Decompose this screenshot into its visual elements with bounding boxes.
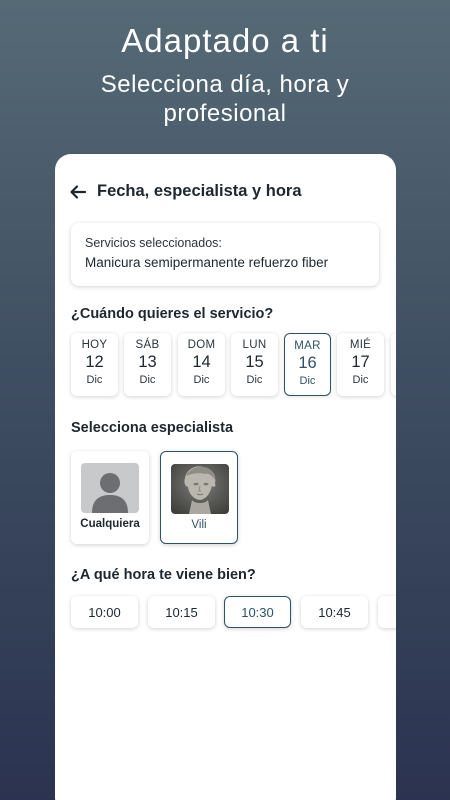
date-day: 13 — [138, 353, 157, 371]
date-item-partial[interactable] — [391, 333, 396, 396]
date-day: 14 — [192, 353, 211, 371]
date-weekday: SÁB — [135, 339, 160, 351]
date-day: 17 — [351, 353, 370, 371]
specialist-name: Vili — [191, 519, 207, 531]
specialist-photo — [171, 464, 229, 514]
date-day: 12 — [85, 353, 104, 371]
date-day: 15 — [245, 353, 264, 371]
hero-subtitle: Selecciona día, hora y profesional — [100, 71, 350, 127]
date-section-title: ¿Cuándo quieres el servicio? — [71, 306, 274, 322]
date-weekday: HOY — [81, 339, 108, 351]
date-weekday: MAR — [294, 340, 321, 352]
time-slot[interactable]: 10:45 — [301, 596, 368, 628]
time-slot-partial[interactable] — [378, 596, 396, 628]
specialist-section-title: Selecciona especialista — [71, 420, 234, 436]
time-slot[interactable]: 10:15 — [148, 596, 215, 628]
person-placeholder-icon — [81, 463, 139, 513]
date-month: Dic — [352, 374, 369, 386]
screen-header: Fecha, especialista y hora — [69, 182, 302, 201]
date-item-selected[interactable]: MAR 16 Dic — [284, 333, 331, 396]
date-item[interactable]: SÁB 13 Dic — [124, 333, 171, 396]
date-item[interactable]: DOM 14 Dic — [178, 333, 225, 396]
services-value: Manicura semipermanente refuerzo fiber — [85, 255, 329, 270]
time-picker: 10:00 10:15 10:30 10:45 — [71, 596, 396, 632]
booking-card: Fecha, especialista y hora Servicios sel… — [55, 154, 396, 800]
date-month: Dic — [193, 374, 210, 386]
date-day: 16 — [298, 354, 317, 372]
selected-services-box: Servicios seleccionados: Manicura semipe… — [71, 223, 379, 286]
date-weekday: LUN — [242, 339, 267, 351]
date-weekday: MIÉ — [349, 339, 372, 351]
date-item[interactable]: HOY 12 Dic — [71, 333, 118, 396]
time-slot-selected[interactable]: 10:30 — [224, 596, 291, 628]
date-item[interactable]: MIÉ 17 Dic — [337, 333, 384, 396]
date-month: Dic — [139, 374, 156, 386]
date-month: Dic — [299, 375, 316, 387]
date-weekday: DOM — [187, 339, 216, 351]
specialist-name: Cualquiera — [80, 518, 140, 530]
arrow-left-icon[interactable] — [69, 183, 87, 201]
page-title: Fecha, especialista y hora — [97, 182, 302, 200]
date-month: Dic — [246, 374, 263, 386]
time-slot[interactable]: 10:00 — [71, 596, 138, 628]
time-section-title: ¿A qué hora te viene bien? — [71, 567, 256, 583]
specialist-picker: Cualquiera Vili — [71, 451, 381, 547]
specialist-card-vili[interactable]: Vili — [160, 451, 238, 544]
date-month: Dic — [86, 374, 103, 386]
specialist-card-any[interactable]: Cualquiera — [71, 451, 149, 544]
hero-title: Adaptado a ti — [121, 22, 329, 59]
date-item[interactable]: LUN 15 Dic — [231, 333, 278, 396]
date-picker: HOY 12 Dic SÁB 13 Dic DOM 14 Dic LUN 15 … — [71, 333, 396, 399]
services-label: Servicios seleccionados: — [85, 236, 222, 250]
